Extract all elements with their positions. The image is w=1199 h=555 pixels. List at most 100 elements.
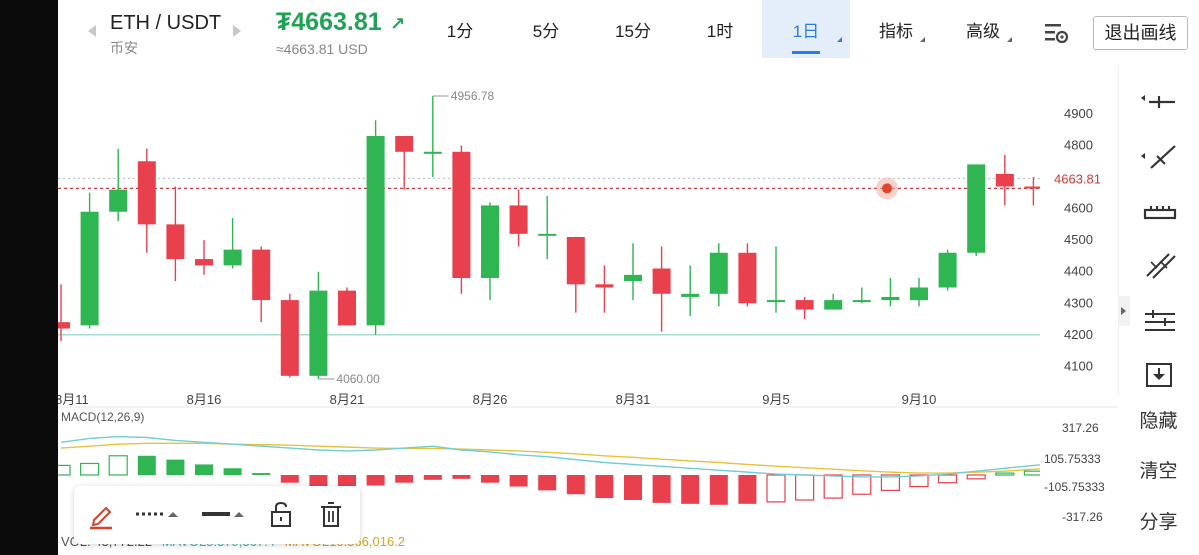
macd-tick-label: 105.75333 bbox=[1044, 452, 1101, 466]
hide-button[interactable]: 隐藏 bbox=[1118, 406, 1199, 433]
price-up-icon: ↗ bbox=[390, 14, 406, 34]
macd-histogram-bar bbox=[766, 474, 786, 503]
drawing-anchor-point bbox=[882, 183, 892, 194]
tab-1hour[interactable]: 1时 bbox=[690, 0, 750, 58]
ruler-tool-icon[interactable] bbox=[1137, 194, 1181, 228]
candle-body bbox=[967, 164, 986, 253]
x-axis-label: 8月31 bbox=[616, 392, 651, 407]
candle-body bbox=[223, 249, 242, 266]
price-axis[interactable]: 4900480047004600450044004300420041004663… bbox=[1040, 66, 1118, 555]
candlestick-chart[interactable]: 4956.78 4060.00 MACD(12,26,9) 8月11 8月16 8月2… bbox=[58, 66, 1040, 555]
drawing-tools-panel bbox=[1118, 66, 1199, 396]
share-button[interactable]: 分享 bbox=[1118, 507, 1199, 534]
indicator-menu[interactable]: 指标 bbox=[866, 0, 926, 58]
chart-settings-icon[interactable] bbox=[1043, 20, 1069, 46]
candle-body bbox=[338, 290, 356, 326]
macd-tick-label: -317.26 bbox=[1062, 510, 1103, 524]
pair-name[interactable]: ETH / USDT bbox=[110, 12, 221, 35]
indicator-label: 指标 bbox=[879, 22, 913, 41]
lock-icon[interactable] bbox=[268, 500, 294, 530]
high-price-label: 4956.78 bbox=[451, 89, 495, 103]
candle-body bbox=[58, 322, 70, 329]
macd-histogram-bar bbox=[80, 462, 100, 476]
candle-body bbox=[137, 161, 156, 225]
indicator-corner-icon bbox=[920, 37, 925, 42]
macd-histogram-bar bbox=[423, 475, 442, 480]
horizontal-line-tool-icon[interactable] bbox=[1137, 84, 1181, 118]
candle-body bbox=[423, 151, 442, 154]
clear-button[interactable]: 清空 bbox=[1118, 456, 1199, 483]
tab-15min[interactable]: 15分 bbox=[603, 0, 663, 58]
candle-body bbox=[595, 284, 614, 288]
macd-histogram-bar bbox=[509, 475, 528, 487]
trend-line-tool-icon[interactable] bbox=[1137, 140, 1181, 174]
candle-body bbox=[481, 205, 499, 279]
candle-body bbox=[995, 173, 1014, 187]
tab-1min[interactable]: 1分 bbox=[430, 0, 490, 58]
price-tick-label: 4800 bbox=[1064, 137, 1093, 152]
advanced-menu[interactable]: 高级 bbox=[953, 0, 1013, 58]
parallel-channel-tool-icon[interactable] bbox=[1137, 248, 1181, 282]
x-axis-label: 9月10 bbox=[902, 392, 937, 407]
download-tool-icon[interactable] bbox=[1137, 358, 1181, 392]
exit-drawing-button[interactable]: 退出画线 bbox=[1093, 16, 1188, 50]
advanced-corner-icon bbox=[1007, 37, 1012, 42]
low-price-label: 4060.00 bbox=[336, 372, 380, 386]
candle-body bbox=[795, 300, 814, 310]
collapse-panel-handle[interactable] bbox=[1118, 296, 1130, 326]
x-axis-label: 8月16 bbox=[187, 392, 222, 407]
macd-histogram-bar bbox=[738, 475, 757, 504]
macd-histogram-bar bbox=[395, 475, 414, 483]
tab-5min[interactable]: 5分 bbox=[516, 0, 576, 58]
candle-body bbox=[166, 224, 185, 260]
tab-1day[interactable]: 1日 bbox=[762, 0, 850, 58]
macd-histogram-bar bbox=[566, 475, 585, 495]
macd-histogram-bar bbox=[166, 459, 185, 475]
line-style-icon[interactable] bbox=[134, 500, 184, 530]
fibonacci-tool-icon[interactable] bbox=[1137, 304, 1181, 338]
candle-body bbox=[681, 293, 700, 297]
macd-histogram-bar bbox=[108, 455, 128, 476]
pencil-icon[interactable] bbox=[86, 500, 116, 530]
price-tick-label: 4500 bbox=[1064, 232, 1093, 247]
line-width-icon[interactable] bbox=[200, 500, 250, 530]
last-price: ₮4663.81 bbox=[276, 8, 382, 36]
macd-title: MACD(12,26,9) bbox=[61, 410, 144, 424]
candle-body bbox=[910, 287, 928, 301]
candle-body bbox=[767, 300, 785, 303]
price-tick-label: 4900 bbox=[1064, 106, 1093, 121]
candle-body bbox=[109, 189, 128, 212]
left-edge-bar bbox=[0, 0, 58, 555]
macd-histogram-bar bbox=[452, 475, 471, 479]
price-tick-label: 4600 bbox=[1064, 201, 1093, 216]
macd-histogram-bar bbox=[223, 468, 242, 475]
candle-body bbox=[652, 268, 671, 294]
price-tick-label: 4100 bbox=[1064, 358, 1093, 373]
tab-1day-corner-icon bbox=[837, 37, 842, 42]
candle-body bbox=[80, 211, 99, 326]
prev-pair-icon[interactable] bbox=[88, 25, 96, 37]
candle-body bbox=[395, 136, 414, 152]
macd-histogram-bar bbox=[366, 475, 385, 486]
candle-body bbox=[280, 300, 299, 376]
macd-histogram-bar bbox=[280, 475, 299, 483]
candle-body bbox=[366, 136, 385, 326]
candle-body bbox=[881, 296, 900, 301]
candle-body bbox=[738, 252, 757, 304]
advanced-label: 高级 bbox=[966, 22, 1000, 41]
macd-histogram-bar bbox=[195, 464, 213, 475]
exchange-name: 币安 bbox=[110, 40, 138, 56]
candle-body bbox=[824, 300, 843, 310]
price-tick-label: 4200 bbox=[1064, 327, 1093, 342]
candle-body bbox=[1024, 186, 1040, 189]
macd-histogram-bar bbox=[309, 475, 328, 487]
next-pair-icon[interactable] bbox=[233, 25, 241, 37]
trash-icon[interactable] bbox=[318, 500, 344, 530]
macd-histogram-bar bbox=[252, 473, 271, 475]
macd-histogram-bar bbox=[652, 475, 671, 503]
candle-body bbox=[938, 252, 957, 288]
price-usd: ≈4663.81 USD bbox=[276, 41, 368, 57]
price-tick-label: 4400 bbox=[1064, 264, 1093, 279]
macd-histogram-bar bbox=[823, 474, 843, 499]
macd-histogram-bar bbox=[624, 475, 642, 500]
